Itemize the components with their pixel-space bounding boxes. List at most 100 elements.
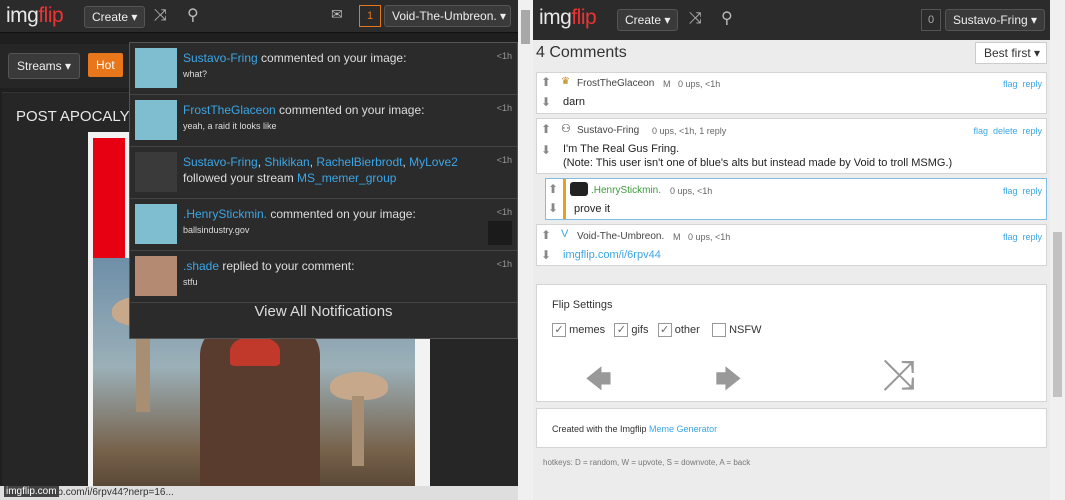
other-checkbox[interactable]: ✓ [657,323,672,337]
notifications-dropdown: Sustavo-Fring commented on your image: w… [129,42,518,339]
notification-count-badge[interactable]: 1 [359,5,381,27]
flip-settings-panel: Flip Settings ✓ memes ✓ gifs ✓ other NSF… [536,284,1047,402]
notification-time: <1h [496,207,512,217]
notification-thumbnail [135,48,177,88]
comment-author[interactable]: Sustavo-Fring [577,125,639,136]
notification-detail: stfu [183,277,198,287]
notification-time: <1h [496,259,512,269]
left-scrollbar[interactable] [518,0,533,500]
user-link[interactable]: .shade [183,259,219,273]
notification-time: <1h [496,51,512,61]
user-link[interactable]: FrostTheGlaceon [183,103,276,117]
gifs-checkbox[interactable]: ✓ [614,323,629,337]
comment-actions[interactable]: flag reply [1003,79,1042,89]
comment-image-thumb [488,221,512,245]
comment-reply: ⬆ ⬇ .HenryStickmin. 0 ups, <1h flag repl… [545,178,1047,220]
notification-count-badge[interactable]: 0 [921,9,941,31]
user-link[interactable]: .HenryStickmin. [183,207,267,221]
back-arrow-icon[interactable]: 🡄 [585,361,612,405]
created-with-text: Created with the Imgflip Meme Generator [552,424,718,434]
notification-item[interactable]: Sustavo-Fring commented on your image: w… [130,43,517,95]
downvote-icon[interactable]: ⬇ [541,248,551,262]
notification-item[interactable]: .shade replied to your comment: stfu <1h [130,251,517,303]
comment-text: darn [563,96,586,108]
upvote-icon[interactable]: ⬆ [541,122,551,136]
avatar [570,182,588,196]
top-navbar: imgflip Create ▾ ⤨ ⚲ 0 Sustavo-Fring ▾ [533,0,1050,40]
notification-thumbnail [135,256,177,296]
downvote-icon[interactable]: ⬇ [541,143,551,157]
comment-author[interactable]: Void-The-Umbreon. [577,231,664,242]
comment-meta: M 0 ups, <1h [663,79,721,89]
create-button[interactable]: Create ▾ [84,6,146,28]
scrollbar-thumb[interactable] [1053,232,1062,397]
comment-actions[interactable]: flag delete reply [973,126,1042,136]
notification-thumbnail [135,204,177,244]
user-link[interactable]: Sustavo-Fring [183,155,258,169]
flip-options: ✓ memes ✓ gifs ✓ other NSFW [552,323,761,337]
memes-checkbox[interactable]: ✓ [552,323,566,337]
user-link[interactable]: Shikikan [264,155,309,169]
post-title: POST APOCALY [16,108,130,125]
nsfw-checkbox[interactable] [712,323,727,337]
upvote-icon[interactable]: ⬆ [541,75,551,89]
downvote-icon[interactable]: ⬇ [548,201,558,215]
notification-thumbnail [135,100,177,140]
scrollbar-thumb[interactable] [521,10,530,44]
comment-meta: 0 ups, <1h [670,186,713,196]
user-link[interactable]: RachelBierbrodt [316,155,402,169]
comment-meta: 0 ups, <1h, 1 reply [652,126,727,136]
notification-text: Sustavo-Fring, Shikikan, RachelBierbrodt… [183,155,458,169]
notification-item[interactable]: .HenryStickmin. commented on your image:… [130,199,517,251]
meme-generator-link[interactable]: Meme Generator [649,424,717,434]
comment-actions[interactable]: flag reply [1003,232,1042,242]
comment-text: I'm The Real Gus Fring. [563,143,680,155]
notification-time: <1h [496,103,512,113]
top-navbar: imgflip Create ▾ ⤨ ⚲ ✉ 1 Void-The-Umbreo… [0,0,518,33]
user-menu-button[interactable]: Sustavo-Fring ▾ [945,9,1046,31]
comment-author[interactable]: .HenryStickmin. [591,185,661,196]
notification-text: .HenryStickmin. commented on your image: [183,207,416,221]
downvote-icon[interactable]: ⬇ [541,95,551,109]
imgflip-logo[interactable]: imgflip [539,6,597,30]
comment-actions[interactable]: flag reply [1003,186,1042,196]
comment-link[interactable]: imgflip.com/i/6rpv44 [563,249,661,261]
umbreon-icon: V [561,228,569,240]
created-with-panel: Created with the Imgflip Meme Generator [536,408,1047,448]
shuffle-icon[interactable]: ⤨ [689,10,702,28]
upvote-icon[interactable]: ⬆ [541,228,551,242]
search-icon[interactable]: ⚲ [721,8,733,28]
imgflip-logo[interactable]: imgflip [6,4,64,28]
imgflip-watermark: imgflip.com [4,486,59,497]
hot-tab[interactable]: Hot [88,53,123,77]
search-icon[interactable]: ⚲ [187,5,199,25]
view-all-notifications-link[interactable]: View All Notifications [130,303,517,320]
shuffle-icon[interactable]: ⤨ [154,7,167,25]
comment: ⬆ ⬇ ♛ FrostTheGlaceon M 0 ups, <1h flag … [536,72,1047,114]
character-cap [230,336,280,366]
streams-dropdown[interactable]: Streams ▾ [8,53,81,79]
notification-item[interactable]: FrostTheGlaceon commented on your image:… [130,95,517,147]
upvote-icon[interactable]: ⬆ [548,182,558,196]
flip-settings-title: Flip Settings [552,299,613,311]
nintendo-switch-logo [93,138,125,258]
mail-icon[interactable]: ✉ [331,6,343,23]
notification-detail: what? [183,69,208,79]
comment-meta: M 0 ups, <1h [673,232,731,242]
right-scrollbar[interactable] [1050,0,1065,500]
create-button[interactable]: Create ▾ [617,9,679,31]
user-menu-button[interactable]: Void-The-Umbreon. ▾ [384,5,511,27]
notification-item[interactable]: Sustavo-Fring, Shikikan, RachelBierbrodt… [130,147,517,199]
user-link[interactable]: MyLove2 [409,155,458,169]
forward-arrow-icon[interactable]: 🡆 [715,361,742,405]
comment-author[interactable]: FrostTheGlaceon [577,78,654,89]
user-link[interactable]: Sustavo-Fring [183,51,258,65]
random-shuffle-icon[interactable]: ⤨ [882,351,916,400]
comment: ⬆ ⬇ V Void-The-Umbreon. M 0 ups, <1h fla… [536,224,1047,266]
comment-text: (Note: This user isn't one of blue's alt… [563,157,953,169]
notification-text: FrostTheGlaceon commented on your image: [183,103,425,117]
user-icon: ⚇ [561,123,571,135]
sort-dropdown[interactable]: Best first ▾ [975,42,1047,64]
stream-thumbnail [135,152,177,192]
stream-link[interactable]: MS_memer_group [297,171,396,185]
